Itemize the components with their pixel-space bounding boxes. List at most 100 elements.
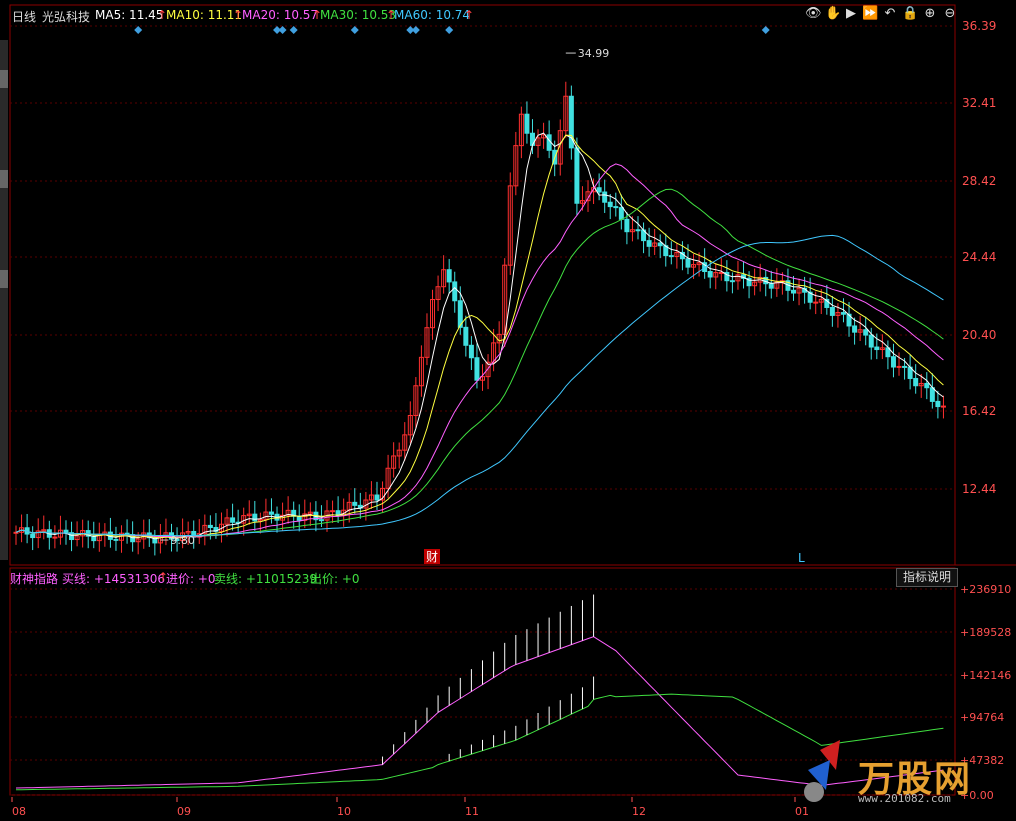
candle-body xyxy=(352,501,358,506)
candle-body xyxy=(452,281,458,302)
candle-body xyxy=(929,387,935,402)
high-price-label: 34.99 xyxy=(578,47,610,60)
candle-body xyxy=(318,519,324,522)
undo-icon[interactable]: ↶ xyxy=(882,6,898,22)
eye-icon[interactable]: 👁 xyxy=(805,6,822,22)
candle-body xyxy=(940,405,946,408)
x-axis-label: 10 xyxy=(337,805,351,818)
candle-body xyxy=(813,301,819,304)
signal-diamond xyxy=(289,26,298,34)
low-price-label: 9.80 xyxy=(170,534,195,547)
candle-body xyxy=(463,326,469,346)
indicator-axis-label: +94764 xyxy=(960,711,1004,724)
main-frame xyxy=(9,4,956,566)
zoom-out-icon[interactable]: ⊖ xyxy=(942,6,958,22)
candle-body xyxy=(330,510,336,513)
candle-body xyxy=(529,132,535,146)
chart-canvas[interactable]: 36.39 32.41 28.42 24.44 20.40 16.42 12.44 +2369… xyxy=(0,0,1016,821)
candle-body xyxy=(829,306,835,316)
x-axis-label: 08 xyxy=(12,805,26,818)
indicator-axis-label: +142146 xyxy=(960,669,1011,682)
cai-marker: 财 xyxy=(426,550,438,564)
indicator-axis-label: +189528 xyxy=(960,626,1011,639)
price-axis-label: 32.41 xyxy=(962,96,996,110)
candle-body xyxy=(468,344,474,359)
x-axis-label: 11 xyxy=(465,805,479,818)
stock-chart-window: 36.39 32.41 28.42 24.44 20.40 16.42 12.44 +2369… xyxy=(0,0,1016,821)
candle-body xyxy=(668,255,674,258)
lock-icon[interactable]: 🔒 xyxy=(902,6,918,22)
candle-body xyxy=(446,269,452,283)
price-axis-label: 28.42 xyxy=(962,174,996,188)
watermark-url: www.201082.com xyxy=(858,792,951,805)
candle-body xyxy=(646,240,652,247)
l-marker: L xyxy=(798,551,805,565)
indicator-axis-label: +236910 xyxy=(960,583,1011,596)
indicator-name[interactable]: 财神指路 xyxy=(10,570,58,587)
candle-body xyxy=(896,365,902,368)
candle-body xyxy=(902,365,908,368)
price-axis-label: 36.39 xyxy=(962,19,996,33)
candle-body xyxy=(607,201,613,208)
candle-body xyxy=(252,513,258,522)
hand-icon[interactable]: ✋ xyxy=(825,6,841,22)
candle-body xyxy=(852,325,858,333)
candle-body xyxy=(707,271,713,278)
ma10-label: MA10: 11.11 xyxy=(166,8,243,22)
x-axis-label: 12 xyxy=(632,805,646,818)
candle-body xyxy=(574,147,580,204)
candle-body xyxy=(268,511,274,515)
price-axis-label: 12.44 xyxy=(962,482,996,496)
ma10-line xyxy=(15,134,944,539)
price-axis-label: 20.40 xyxy=(962,328,996,342)
candle-body xyxy=(618,207,624,220)
candle-body xyxy=(596,187,602,193)
candle-body xyxy=(924,382,930,389)
candle-body xyxy=(863,329,869,336)
candle-body xyxy=(868,334,874,348)
candle-body xyxy=(685,258,691,268)
candle-body xyxy=(13,531,19,534)
play-icon[interactable]: ▶ xyxy=(843,6,859,22)
candle-body xyxy=(613,206,619,209)
candle-body xyxy=(474,357,480,381)
sell-line-label: 卖线: +11015239 xyxy=(214,572,317,586)
in-price-label: 进价: +0 xyxy=(166,572,216,586)
ma5-label: MA5: 11.45 xyxy=(95,8,164,22)
candle-body xyxy=(935,400,941,408)
candle-body xyxy=(840,312,846,315)
candle-body xyxy=(729,280,735,283)
candle-body xyxy=(113,538,119,541)
ma60-label: MA60: 10.74 xyxy=(394,8,471,22)
buy-line-label: 买线: +14531306 xyxy=(62,572,165,586)
ma5-line xyxy=(15,132,944,540)
candle-body xyxy=(52,536,58,539)
logo-emblem-icon xyxy=(804,740,840,802)
candle-body xyxy=(63,529,69,534)
stock-name: 光弘科技 xyxy=(42,10,91,24)
zoom-in-icon[interactable]: ⊕ xyxy=(922,6,938,22)
out-price-label: 出价: +0 xyxy=(310,572,360,586)
signal-diamond xyxy=(278,26,287,34)
candle-body xyxy=(207,524,213,529)
candle-body xyxy=(874,346,880,351)
signal-diamond xyxy=(411,26,420,34)
candle-body xyxy=(791,289,796,294)
indicator-help-button[interactable]: 指标说明 xyxy=(896,568,958,587)
signal-diamond xyxy=(761,26,770,34)
ma20-label: MA20: 10.57 xyxy=(242,8,319,22)
candle-body xyxy=(602,191,608,203)
ma30-label: MA30: 10.53 xyxy=(320,8,397,22)
candle-body xyxy=(635,229,641,232)
period-label[interactable]: 日线 xyxy=(12,8,36,25)
candle-body xyxy=(768,283,774,289)
candle-body xyxy=(624,218,630,233)
ma30-line xyxy=(15,188,944,537)
candle-body xyxy=(524,113,530,134)
candle-body xyxy=(913,377,919,387)
candle-body xyxy=(230,517,236,523)
signal-diamond xyxy=(134,26,143,34)
price-axis-label: 24.44 xyxy=(962,250,996,264)
fast-forward-icon[interactable]: ⏩ xyxy=(862,6,878,22)
watermark-logo: 万股网 www.201082.com xyxy=(800,740,1010,815)
